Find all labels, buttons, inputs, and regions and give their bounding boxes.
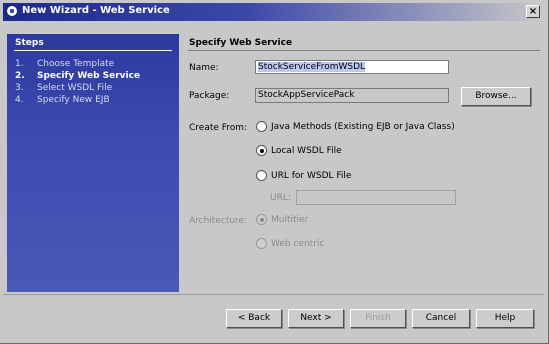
wizard-window: New Wizard - Web Service × Steps 1. Choos… (0, 0, 549, 344)
local-wsdl-label: Local WSDL File (271, 145, 342, 156)
button-bar-divider (3, 294, 544, 295)
panel-divider (188, 50, 540, 51)
step-item-2: 2. Specify Web Service (15, 71, 140, 81)
step-label: Specify Web Service (37, 71, 141, 81)
step-number: 3. (15, 83, 24, 93)
app-icon (6, 5, 18, 17)
name-value: StockServiceFromWSDL (258, 62, 366, 72)
step-number: 4. (15, 95, 24, 105)
url-label: URL: (270, 193, 291, 203)
package-label: Package: (189, 91, 230, 101)
window-title: New Wizard - Web Service (22, 5, 170, 16)
url-wsdl-radio[interactable] (256, 170, 267, 181)
multitier-radio[interactable] (256, 214, 267, 225)
web-centric-option[interactable]: Web centric (256, 238, 324, 249)
java-methods-radio[interactable] (256, 121, 267, 132)
cancel-button[interactable]: Cancel (412, 309, 470, 328)
step-label: Specify New EJB (37, 95, 110, 105)
step-number: 1. (15, 59, 24, 69)
architecture-label: Architecture: (189, 216, 248, 226)
name-input[interactable]: StockServiceFromWSDL (255, 60, 449, 74)
create-from-label: Create From: (189, 123, 248, 133)
step-number: 2. (15, 71, 25, 81)
name-label: Name: (189, 63, 219, 73)
step-item-1: 1. Choose Template (15, 59, 114, 69)
url-wsdl-label: URL for WSDL File (271, 170, 352, 181)
url-wsdl-option[interactable]: URL for WSDL File (256, 170, 351, 181)
local-wsdl-radio[interactable] (256, 145, 267, 156)
browse-button[interactable]: Browse... (461, 87, 531, 106)
back-button[interactable]: < Back (226, 309, 282, 328)
close-button[interactable]: × (526, 5, 540, 18)
web-centric-radio[interactable] (256, 238, 267, 249)
multitier-label: Multitier (271, 214, 309, 225)
finish-button[interactable]: Finish (350, 309, 406, 328)
content-panel: Specify Web Service Name: StockServiceFr… (180, 34, 540, 292)
panel-heading: Specify Web Service (189, 38, 293, 48)
multitier-option[interactable]: Multitier (256, 214, 308, 225)
title-bar[interactable]: New Wizard - Web Service × (3, 3, 544, 21)
next-button[interactable]: Next > (288, 309, 344, 328)
close-icon: × (528, 6, 538, 17)
steps-heading: Steps (15, 38, 44, 48)
step-item-3: 3. Select WSDL File (15, 83, 112, 93)
java-methods-label: Java Methods (Existing EJB or Java Class… (271, 121, 455, 132)
step-label: Select WSDL File (37, 83, 113, 93)
web-centric-label: Web centric (271, 238, 325, 249)
local-wsdl-option[interactable]: Local WSDL File (256, 145, 342, 156)
url-input[interactable] (296, 190, 456, 205)
steps-panel: Steps 1. Choose Template 2. Specify Web Se… (7, 34, 179, 292)
java-methods-option[interactable]: Java Methods (Existing EJB or Java Class… (256, 121, 455, 132)
package-input[interactable]: StockAppServicePack (255, 88, 449, 103)
steps-divider (14, 50, 172, 51)
help-button[interactable]: Help (476, 309, 534, 328)
step-label: Choose Template (37, 59, 115, 69)
step-item-4: 4. Specify New EJB (15, 95, 110, 105)
